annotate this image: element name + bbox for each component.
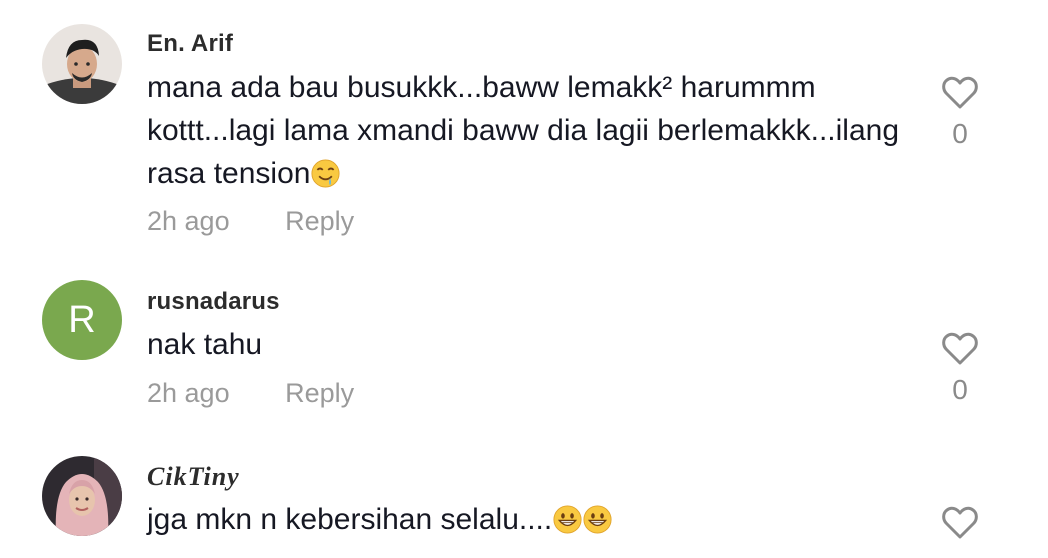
comment-username[interactable]: En. Arif [147,30,233,58]
comment-item: R rusnadarus nak tahu 2h ago Reply 0 [0,260,1048,440]
heart-icon[interactable] [941,506,979,540]
like-button[interactable] [935,506,985,540]
avatar[interactable] [42,456,122,536]
comment-item: En. Arif mana ada bau busukkk...baww lem… [0,0,1048,260]
like-count: 0 [952,374,968,405]
comment-time: 2h ago [147,378,230,408]
comment-username[interactable]: CikTiny [147,462,240,492]
like-button[interactable]: 0 [935,332,985,406]
heart-icon[interactable] [941,76,979,110]
like-count: 0 [952,118,968,149]
comment-text: jga mkn n kebersihan selalu.... [147,498,907,541]
comment-username[interactable]: rusnadarus [147,288,280,316]
like-button[interactable]: 0 [935,76,985,150]
comment-item: CikTiny jga mkn n kebersihan selalu.... [0,440,1048,558]
comment-text-content: jga mkn n kebersihan selalu.... [147,503,553,536]
comment-text: nak tahu [147,328,263,361]
drooling-face-emoji-icon [311,159,340,188]
reply-button[interactable]: Reply [285,378,354,408]
comment-time: 2h ago [147,206,230,236]
heart-icon[interactable] [941,332,979,366]
reply-button[interactable]: Reply [285,206,354,236]
comment-meta: 2h ago Reply [147,206,354,237]
comment-text: mana ada bau busukkk...baww lemakk² haru… [147,66,907,195]
avatar[interactable]: R [42,280,122,360]
grinning-face-emoji-icon [553,505,582,534]
comment-text-content: mana ada bau busukkk...baww lemakk² haru… [147,71,908,190]
avatar[interactable] [42,24,122,104]
comments-list: En. Arif mana ada bau busukkk...baww lem… [0,0,1048,558]
grinning-face-emoji-icon [583,505,612,534]
comment-meta: 2h ago Reply [147,378,354,409]
